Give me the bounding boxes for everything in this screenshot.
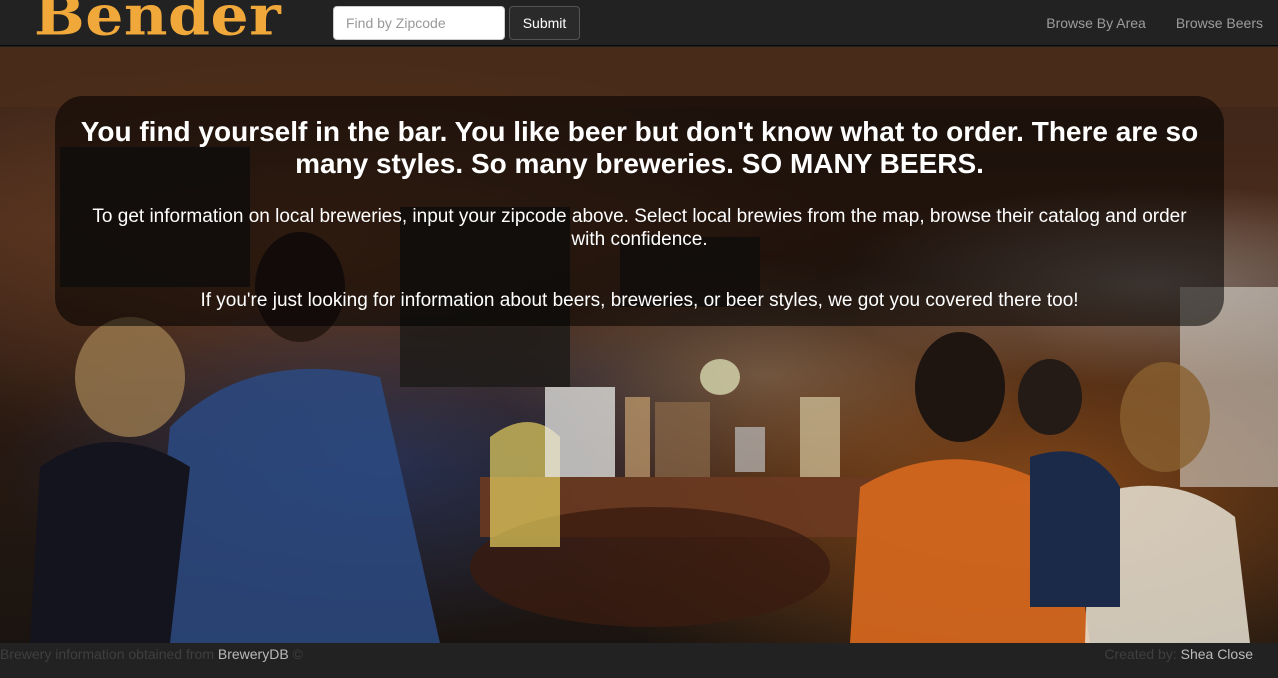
intro-headline: You find yourself in the bar. You like b… xyxy=(80,116,1199,179)
intro-panel: You find yourself in the bar. You like b… xyxy=(55,96,1224,326)
intro-paragraph-browse: If you're just looking for information a… xyxy=(200,290,1079,311)
footer-credit-author: Created by: Shea Close xyxy=(1104,646,1253,662)
author-link[interactable]: Shea Close xyxy=(1181,646,1253,662)
footer-credit-source: Brewery information obtained from Brewer… xyxy=(0,646,303,662)
brand-logo[interactable]: Bender xyxy=(34,0,281,44)
footer-source-text: Brewery information obtained from xyxy=(0,646,218,662)
hero-background-image: You find yourself in the bar. You like b… xyxy=(0,47,1278,643)
footer-created-by-text: Created by: xyxy=(1104,646,1181,662)
zipcode-input[interactable] xyxy=(333,6,505,40)
submit-button[interactable]: Submit xyxy=(509,6,580,40)
nav-browse-by-area[interactable]: Browse By Area xyxy=(1031,0,1161,46)
nav-links: Browse By Area Browse Beers xyxy=(1031,0,1278,46)
footer: Brewery information obtained from Brewer… xyxy=(0,643,1278,678)
intro-paragraph-zipcode: To get information on local breweries, i… xyxy=(92,206,1187,250)
footer-copyright: © xyxy=(288,646,303,662)
brewerydb-link[interactable]: BreweryDB xyxy=(218,646,289,662)
navbar: Bender Submit Browse By Area Browse Beer… xyxy=(0,0,1278,46)
nav-browse-beers[interactable]: Browse Beers xyxy=(1161,0,1278,46)
